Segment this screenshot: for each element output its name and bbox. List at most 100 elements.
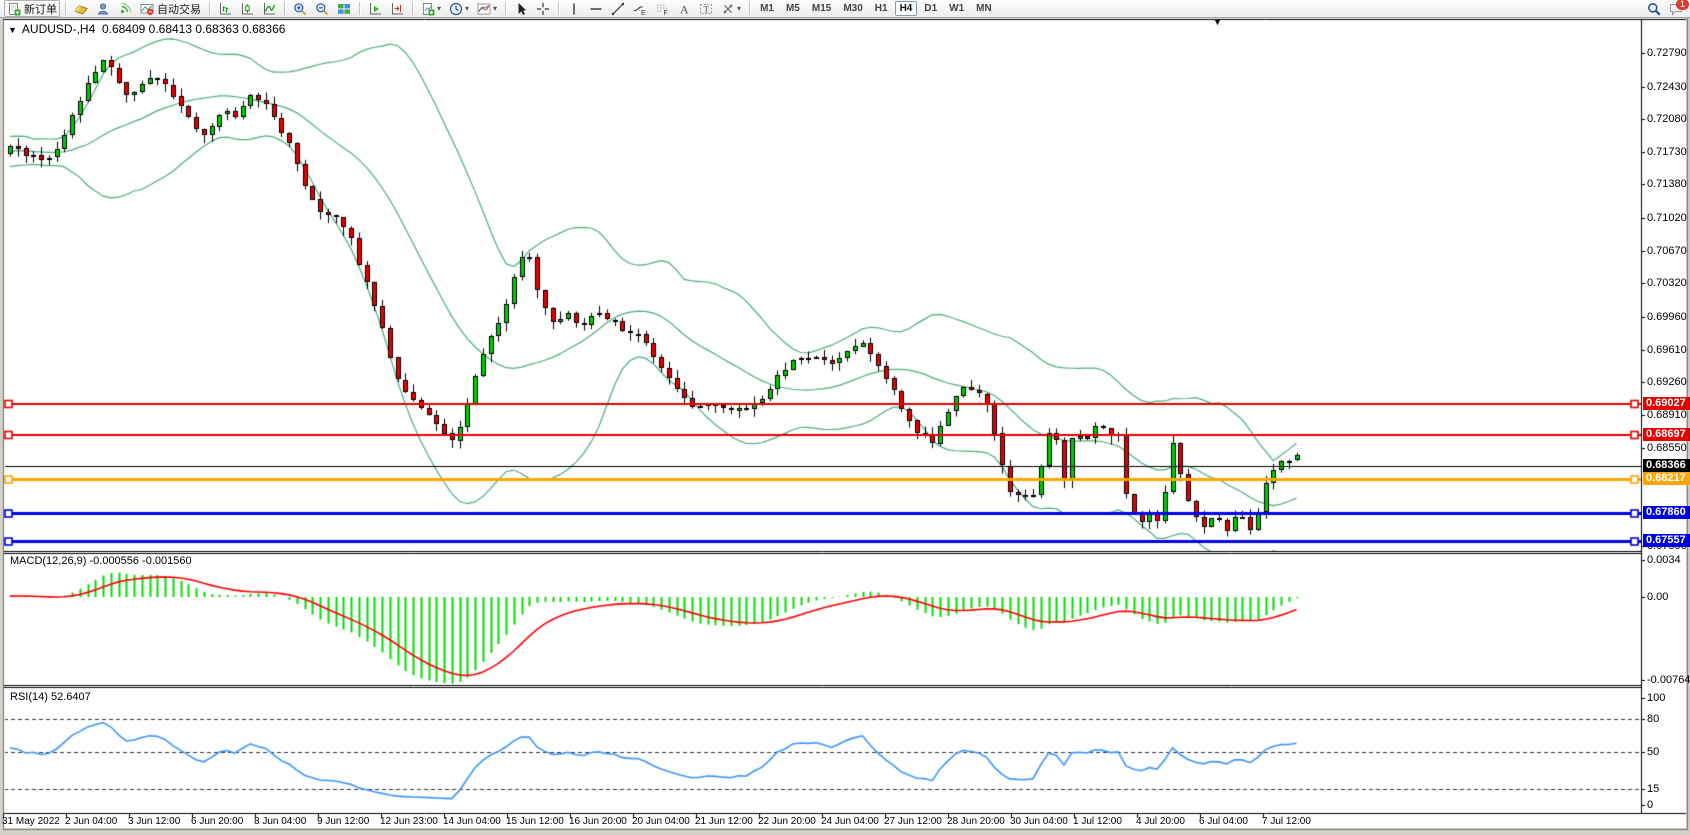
arrows-icon <box>721 2 735 16</box>
time-axis-label: 30 Jun 04:00 <box>1010 816 1068 827</box>
cursor-button[interactable] <box>511 0 531 17</box>
timeframe-m1-button[interactable]: M1 <box>755 1 779 16</box>
crosshair-button[interactable] <box>533 0 553 17</box>
time-axis-label: 21 Jun 12:00 <box>695 816 753 827</box>
svg-text:A: A <box>680 2 689 16</box>
price-chart-canvas[interactable] <box>0 0 1690 835</box>
timeframe-d1-button[interactable]: D1 <box>919 1 942 16</box>
indicators-button[interactable]: ▾ <box>474 0 500 17</box>
arrows-button[interactable]: ▾ <box>718 0 744 17</box>
hline-price-label: 0.67557 <box>1643 534 1690 547</box>
indicator-axis-tick: 0 <box>1647 799 1653 812</box>
community-button[interactable] <box>93 0 113 17</box>
price-axis-tick: 0.70670 <box>1647 245 1687 258</box>
svg-text:E: E <box>641 10 646 16</box>
time-axis-label: 22 Jun 20:00 <box>758 816 816 827</box>
collapse-arrow-icon[interactable]: ▼ <box>8 25 17 35</box>
bar-chart-button[interactable] <box>215 0 235 17</box>
notification-badge: 1 <box>1676 0 1689 10</box>
trendline-button[interactable] <box>608 0 628 17</box>
line-chart-icon <box>262 2 276 16</box>
timeframe-m15-button[interactable]: M15 <box>807 1 836 16</box>
price-axis-tick: 0.71730 <box>1647 146 1687 159</box>
time-axis-label: 28 Jun 20:00 <box>947 816 1005 827</box>
dropdown-arrow-icon[interactable]: ▾ <box>493 4 497 13</box>
indicator-axis-tick: 100 <box>1647 692 1665 705</box>
autotrading-button[interactable]: 自动交易 <box>137 0 204 17</box>
indicator-axis-tick: 15 <box>1647 783 1659 796</box>
dropdown-arrow-icon[interactable]: ▾ <box>737 4 741 13</box>
signal-icon <box>118 2 132 16</box>
text-button[interactable]: A <box>674 0 694 17</box>
price-axis-tick: 0.71380 <box>1647 178 1687 191</box>
profiles-button[interactable]: ▾ <box>446 0 472 17</box>
timeframe-h4-button[interactable]: H4 <box>895 1 918 16</box>
timeframe-h1-button[interactable]: H1 <box>870 1 893 16</box>
signals-button[interactable] <box>115 0 135 17</box>
chat-button[interactable]: 1 <box>1666 0 1686 17</box>
timeframe-m30-button[interactable]: M30 <box>838 1 867 16</box>
time-axis-label: 15 Jun 12:00 <box>506 816 564 827</box>
dropdown-arrow-icon[interactable]: ▾ <box>437 4 441 13</box>
symbol-period-label: AUDUSD-,H4 <box>22 22 95 36</box>
candlestick-icon <box>240 2 254 16</box>
hline-price-label: 0.68217 <box>1643 472 1690 485</box>
ohlc-values: 0.68409 0.68413 0.68363 0.68366 <box>102 22 286 36</box>
toolbar-separator <box>558 2 559 15</box>
svg-text:T: T <box>704 4 710 14</box>
rsi-value: 52.6407 <box>51 691 91 703</box>
equidistant-channel-icon: E <box>633 2 647 16</box>
dropdown-arrow-icon[interactable]: ▾ <box>465 4 469 13</box>
indicator-axis-tick: 0.0034 <box>1647 554 1681 567</box>
timeframe-m5-button[interactable]: M5 <box>781 1 805 16</box>
toolbar-separator <box>412 2 413 15</box>
search-button[interactable] <box>1644 0 1664 17</box>
timeframe-mn-button[interactable]: MN <box>971 1 997 16</box>
text-label-button[interactable]: T <box>696 0 716 17</box>
toolbar-right-group: 1 <box>1643 0 1687 17</box>
deposit-button[interactable] <box>71 0 91 17</box>
price-axis-tick: 0.69610 <box>1647 344 1687 357</box>
candlestick-chart-button[interactable] <box>237 0 257 17</box>
macd-indicator-label: MACD(12,26,9) -0.000556 -0.001560 <box>10 555 192 567</box>
crosshair-icon <box>536 2 550 16</box>
price-axis[interactable]: 0.727900.724300.720800.717300.713800.710… <box>1641 19 1690 551</box>
cursor-icon <box>514 2 528 16</box>
chart-shift-button[interactable] <box>387 0 407 17</box>
chart-shift-marker-icon[interactable]: ▼ <box>1213 17 1222 27</box>
gold-icon <box>74 2 88 16</box>
hline-price-label: 0.67860 <box>1643 506 1690 519</box>
horizontal-line-button[interactable] <box>586 0 606 17</box>
doc-plus-icon <box>7 2 21 16</box>
zoom-out-icon <box>315 2 329 16</box>
equidistant-channel-button[interactable]: E <box>630 0 650 17</box>
time-axis-label: 20 Jun 04:00 <box>632 816 690 827</box>
vertical-line-button[interactable] <box>564 0 584 17</box>
new-order-button[interactable]: 新订单 <box>4 0 60 17</box>
indicator-axis-tick: 0.00 <box>1647 591 1668 604</box>
indicator-axis-tick: -0.007643 <box>1647 674 1690 687</box>
toolbar-separator <box>749 2 750 15</box>
rsi-indicator-label: RSI(14) 52.6407 <box>10 691 91 703</box>
new-chart-button[interactable]: ▾ <box>418 0 444 17</box>
timeframe-w1-button[interactable]: W1 <box>944 1 969 16</box>
zoom-out-button[interactable] <box>312 0 332 17</box>
zoom-in-button[interactable] <box>290 0 310 17</box>
toolbar-separator <box>65 2 66 15</box>
time-axis-label: 27 Jun 12:00 <box>884 816 942 827</box>
price-axis-tick: 0.68910 <box>1647 409 1687 422</box>
line-chart-button[interactable] <box>259 0 279 17</box>
time-axis-label: 2 Jun 04:00 <box>65 816 117 827</box>
auto-scroll-button[interactable] <box>365 0 385 17</box>
vertical-line-icon <box>567 2 581 16</box>
time-axis-label: 6 Jul 04:00 <box>1199 816 1248 827</box>
time-axis-label: 16 Jun 20:00 <box>569 816 627 827</box>
clock-icon <box>449 2 463 16</box>
tile-windows-button[interactable] <box>334 0 354 17</box>
price-axis-tick: 0.69960 <box>1647 311 1687 324</box>
fibonacci-button[interactable]: F <box>652 0 672 17</box>
price-axis-tick: 0.72790 <box>1647 47 1687 60</box>
hline-price-label: 0.68697 <box>1643 428 1690 441</box>
time-axis-label: 6 Jun 20:00 <box>191 816 243 827</box>
price-axis-tick: 0.70320 <box>1647 277 1687 290</box>
